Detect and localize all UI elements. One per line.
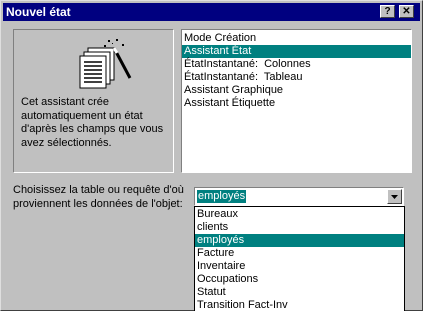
- title-bar[interactable]: Nouvel état ? ✕: [3, 3, 420, 21]
- source-option[interactable]: Occupations: [195, 273, 404, 286]
- source-option[interactable]: employés: [195, 234, 404, 247]
- source-label: Choisissez la table ou requête d'où prov…: [13, 184, 184, 210]
- report-type-item[interactable]: Assistant Graphique: [182, 84, 411, 97]
- wizard-description: Cet assistant crée automatiquement un ét…: [21, 96, 164, 149]
- report-type-item[interactable]: Mode Création: [182, 32, 411, 45]
- chevron-down-icon: [391, 195, 398, 199]
- report-type-item[interactable]: Assistant Étiquette: [182, 97, 411, 110]
- source-option[interactable]: Facture: [195, 247, 404, 260]
- source-option[interactable]: clients: [195, 221, 404, 234]
- help-button[interactable]: ?: [380, 5, 395, 18]
- window-title: Nouvel état: [6, 5, 71, 19]
- source-dropdown-list[interactable]: Bureaux clients employés Facture Inventaire O…: [194, 206, 405, 311]
- source-value: employés: [197, 190, 247, 203]
- report-type-list[interactable]: Mode Création Assistant État ÉtatInstantan…: [181, 29, 412, 173]
- report-wizard-icon: [79, 39, 132, 89]
- source-option[interactable]: Statut: [195, 286, 404, 299]
- new-report-dialog: Nouvel état ? ✕ Cet assistant crée autom…: [0, 0, 423, 311]
- report-type-item[interactable]: Assistant État: [182, 45, 411, 58]
- wizard-preview-panel: Cet assistant crée automatiquement un ét…: [13, 29, 174, 173]
- source-option[interactable]: Bureaux: [195, 208, 404, 221]
- report-type-item[interactable]: ÉtatInstantané: Colonnes: [182, 58, 411, 71]
- dropdown-button[interactable]: [387, 189, 402, 204]
- source-option[interactable]: Transition Fact-Inv: [195, 299, 404, 311]
- source-option[interactable]: Inventaire: [195, 260, 404, 273]
- close-button[interactable]: ✕: [399, 5, 414, 18]
- source-combobox[interactable]: employés: [194, 187, 404, 206]
- report-type-item[interactable]: ÉtatInstantané: Tableau: [182, 71, 411, 84]
